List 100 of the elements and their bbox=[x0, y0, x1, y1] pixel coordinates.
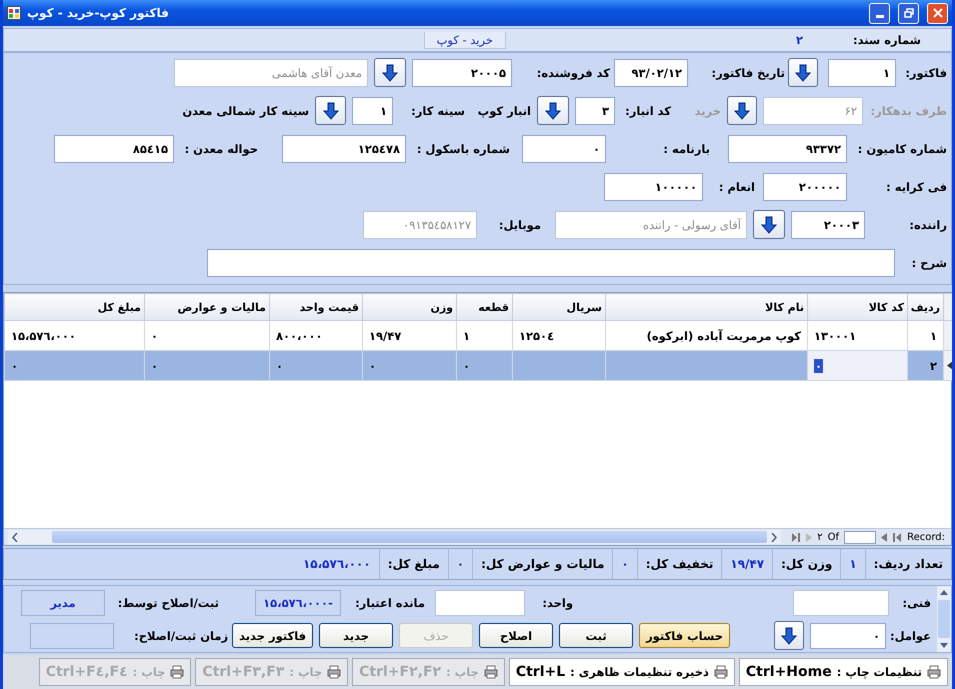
field-label: کد فروشنده: bbox=[536, 66, 610, 80]
scroll-down-icon[interactable] bbox=[940, 643, 948, 649]
dropdown-button[interactable] bbox=[537, 96, 569, 125]
minimize-button[interactable] bbox=[869, 2, 890, 24]
restore-button[interactable] bbox=[898, 2, 919, 24]
column-header[interactable]: کد کالا bbox=[808, 294, 908, 320]
table-cell: ۰ bbox=[808, 350, 908, 380]
summary-value: ۰ bbox=[448, 549, 472, 579]
action-button[interactable]: ثبت bbox=[559, 623, 634, 648]
column-header[interactable]: وزن bbox=[362, 294, 456, 320]
input-field[interactable]: ۸۵٤۱۵ bbox=[54, 134, 174, 162]
minimize-icon bbox=[876, 14, 884, 18]
summary-label: مالیات و عوارض کل: bbox=[472, 549, 612, 579]
dropdown-button[interactable] bbox=[315, 96, 346, 125]
input-field[interactable]: ۱۰۰۰۰۰ bbox=[604, 172, 703, 200]
summary-value: ۱۹/۴۷ bbox=[721, 549, 772, 579]
field-label: شرح : bbox=[910, 256, 947, 270]
summary-label: تخفیف کل: bbox=[636, 549, 722, 579]
column-header[interactable]: سریال bbox=[512, 294, 606, 320]
field-label: شماره کامیون : bbox=[856, 142, 947, 156]
field-label: راننده: bbox=[908, 218, 947, 232]
input-field[interactable]: ۹۳۳۷۲ bbox=[728, 134, 847, 162]
input-field[interactable]: ۱۲۵٤۷۸ bbox=[282, 134, 406, 162]
column-header[interactable]: قیمت واحد bbox=[270, 294, 362, 320]
field-label: حواله معدن : bbox=[184, 142, 258, 156]
dropdown-button[interactable] bbox=[788, 58, 818, 87]
field-label: بارنامه : bbox=[662, 142, 710, 156]
input-field[interactable]: ۲۰۰۰۵ bbox=[412, 58, 512, 86]
field-label: فی کرایه : bbox=[885, 180, 947, 194]
summary-label: مبلغ کل: bbox=[378, 549, 448, 579]
down-arrow-icon bbox=[760, 216, 778, 234]
column-header[interactable]: مبلغ کل bbox=[4, 294, 144, 320]
summary-label: تعداد ردیف: bbox=[864, 549, 951, 579]
table-cell: ۰ bbox=[144, 350, 270, 380]
table-cell: ۲ bbox=[908, 350, 944, 380]
field-label: فاکتور: bbox=[904, 66, 947, 80]
table-cell: ۰ bbox=[456, 350, 512, 380]
field-label: عوامل: bbox=[890, 628, 931, 642]
window-title: فاکتور کوپ-خرید - کوپ bbox=[27, 6, 169, 20]
credit-field: ۱۵،۵۷٦،۰۰۰- bbox=[255, 590, 341, 616]
field-label: ثبت/اصلاح توسط: bbox=[116, 596, 219, 610]
document-number-label: شماره سند: bbox=[853, 33, 921, 47]
input-field[interactable] bbox=[207, 248, 895, 276]
input-field[interactable]: ۰ bbox=[810, 622, 886, 648]
input-field[interactable]: ۱ bbox=[828, 58, 896, 86]
dropdown-button[interactable] bbox=[374, 58, 406, 87]
scroll-up-icon[interactable] bbox=[940, 589, 948, 595]
field-label: فنی: bbox=[902, 596, 931, 610]
input-field[interactable]: ۰ bbox=[522, 134, 606, 162]
action-button[interactable]: فاکتور جدید bbox=[232, 623, 314, 648]
printer-icon bbox=[484, 665, 498, 679]
scroll-left-icon[interactable] bbox=[12, 532, 18, 542]
close-icon bbox=[932, 8, 942, 18]
vertical-scrollbar[interactable] bbox=[937, 586, 951, 652]
record-number-field[interactable] bbox=[844, 530, 876, 544]
table-cell: ۰ bbox=[362, 350, 456, 380]
horizontal-scrollbar[interactable] bbox=[8, 530, 782, 544]
field-label: انعام : bbox=[718, 180, 755, 194]
table-cell: ۰ bbox=[270, 350, 362, 380]
user-field: مدیر bbox=[21, 590, 105, 616]
column-header[interactable]: نام کالا bbox=[606, 294, 808, 320]
dropdown-button[interactable] bbox=[774, 621, 804, 650]
input-field[interactable]: ۱ bbox=[352, 96, 393, 124]
field-label: تاریخ فاکتور: bbox=[710, 66, 785, 80]
form-icon bbox=[7, 6, 21, 20]
input-field[interactable]: ۲۰۰۰۳ bbox=[791, 210, 865, 238]
record-of-label: Of bbox=[828, 532, 840, 542]
column-header[interactable]: قطعه bbox=[456, 294, 512, 320]
field-label: زمان ثبت/اصلاح: bbox=[133, 628, 228, 642]
input-field[interactable]: ۳ bbox=[575, 96, 615, 124]
dropdown-button[interactable] bbox=[753, 210, 785, 239]
input-field[interactable]: ۲۰۰۰۰۰ bbox=[763, 172, 847, 200]
action-button[interactable]: حساب فاکتور bbox=[639, 623, 730, 648]
document-number: ۲ bbox=[796, 33, 803, 47]
field-label: واحد: bbox=[541, 596, 573, 610]
column-header[interactable]: مالیات و عوارض bbox=[144, 294, 270, 320]
first-record-icon[interactable] bbox=[892, 532, 902, 542]
input-field[interactable]: ۹۳/۰۲/۱۲ bbox=[614, 58, 688, 86]
dropdown-button[interactable] bbox=[727, 96, 757, 125]
input-field[interactable] bbox=[793, 590, 889, 616]
close-button[interactable] bbox=[927, 2, 948, 24]
field-label: سینه کار شمالی معدن bbox=[181, 104, 309, 118]
input-field[interactable] bbox=[435, 590, 525, 616]
restore-icon bbox=[904, 8, 914, 18]
record-label: Record: bbox=[907, 532, 945, 542]
field-label: کد انبار: bbox=[624, 104, 671, 118]
down-arrow-icon bbox=[794, 64, 812, 82]
table-cell: ۰ bbox=[4, 350, 144, 380]
action-button[interactable]: جدید bbox=[319, 623, 394, 648]
down-arrow-icon bbox=[544, 102, 562, 120]
action-button[interactable]: اصلاح bbox=[479, 623, 554, 648]
scroll-right-icon[interactable] bbox=[771, 532, 778, 542]
summary-value: ۱۵،۵۷٦،۰۰۰ bbox=[302, 556, 372, 573]
field-label: سینه کار: bbox=[410, 104, 465, 118]
field-label: مانده اعتبار: bbox=[354, 596, 425, 610]
field-label: خرید bbox=[694, 104, 721, 118]
last-record-icon[interactable] bbox=[791, 532, 802, 542]
previous-record-icon[interactable] bbox=[881, 532, 888, 542]
summary-value: ۰ bbox=[612, 549, 637, 579]
column-header[interactable]: ردیف bbox=[908, 294, 944, 320]
